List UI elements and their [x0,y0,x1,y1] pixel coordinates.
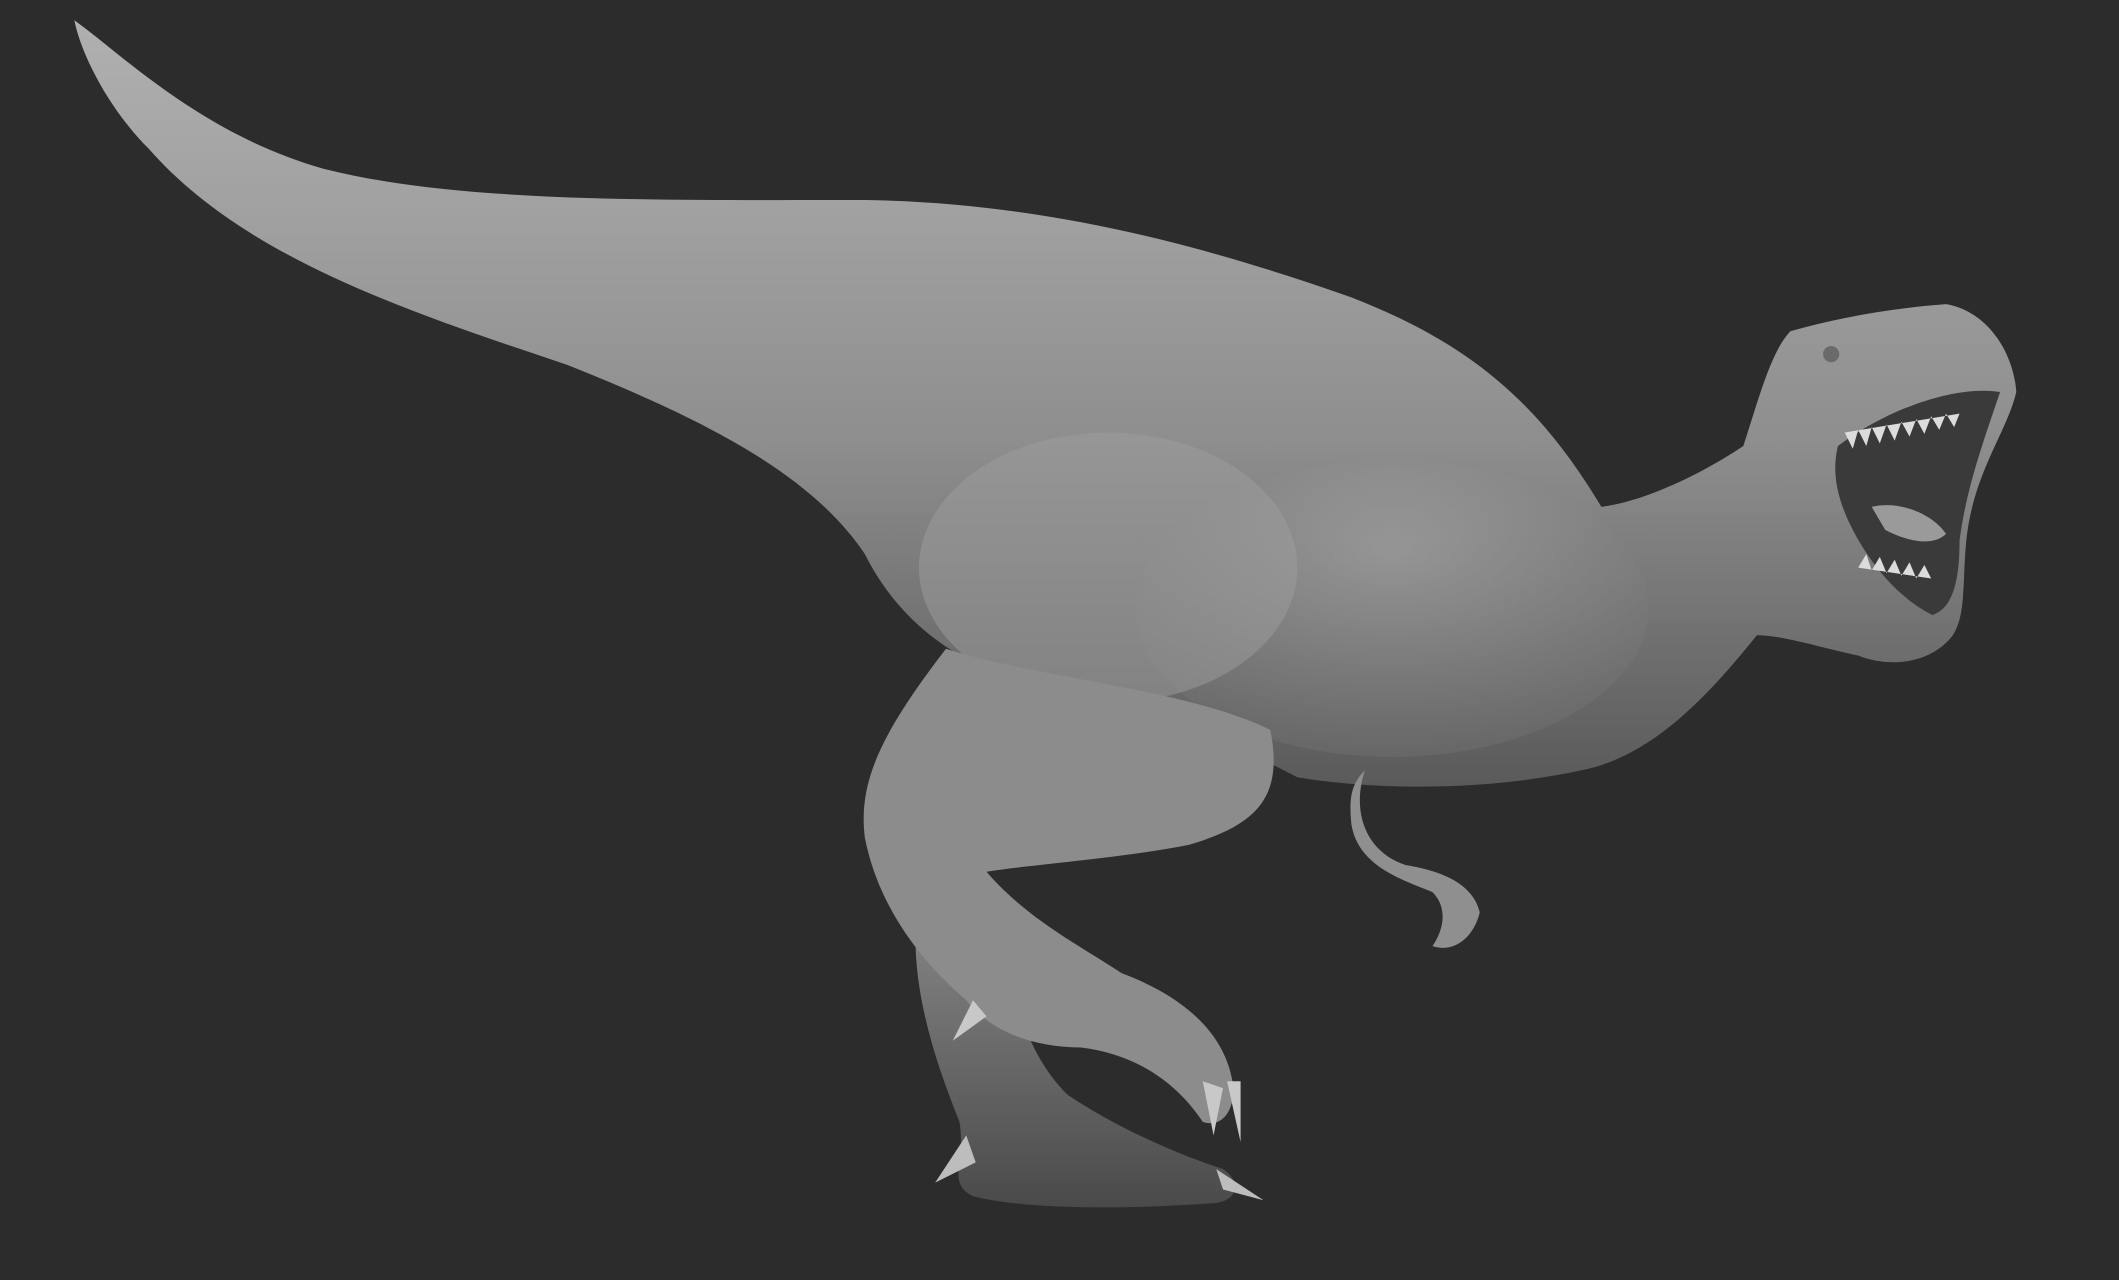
trex-render-viewport [0,0,2119,1280]
trex-eye [1823,346,1840,363]
